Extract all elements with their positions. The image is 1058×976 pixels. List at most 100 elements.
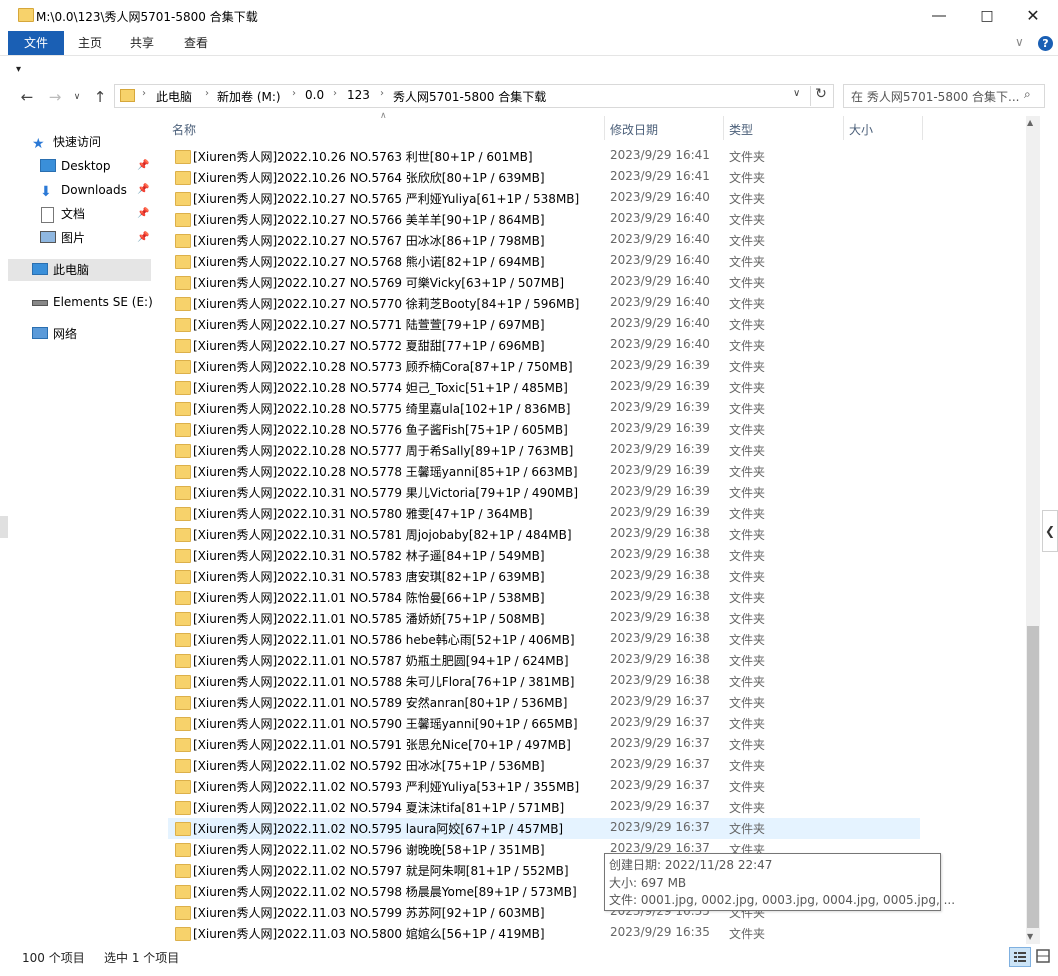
table-row[interactable]: [Xiuren秀人网]2022.10.28 NO.5773 顾乔楠Cora[87… [168,356,920,377]
table-row[interactable]: [Xiuren秀人网]2022.10.27 NO.5769 可樂Vicky[63… [168,272,920,293]
column-divider[interactable] [604,116,605,140]
scroll-up-arrow-icon[interactable]: ▲ [1027,118,1033,127]
large-icons-view-icon[interactable] [1034,947,1052,965]
expand-ribbon-chevron-icon[interactable]: ∨ [1015,35,1024,49]
nav-item-pictures[interactable]: 图片 📌 [40,227,155,249]
forward-arrow-icon[interactable]: → [46,88,64,106]
customize-toolbar-arrow-icon[interactable]: ▾ [16,64,21,75]
navpane-scrollbar[interactable] [0,516,8,538]
nav-item-documents[interactable]: 文档 📌 [40,203,155,225]
tab-view[interactable]: 查看 [170,31,222,55]
recent-locations-chevron-icon[interactable]: ∨ [68,88,86,106]
table-row[interactable]: [Xiuren秀人网]2022.10.27 NO.5768 熊小诺[82+1P … [168,251,920,272]
column-divider[interactable] [723,116,724,140]
minimize-button[interactable]: ― [916,0,962,31]
file-type: 文件夹 [729,402,766,416]
column-divider[interactable] [922,116,923,140]
table-row[interactable]: [Xiuren秀人网]2022.11.02 NO.5795 laura阿姣[67… [168,818,920,839]
nav-item-downloads[interactable]: ⬇ Downloads 📌 [40,179,155,201]
tab-file[interactable]: 文件 [8,31,64,55]
breadcrumb-separator-icon[interactable]: › [142,88,146,99]
pin-icon[interactable]: 📌 [137,227,149,249]
breadcrumb-separator-icon[interactable]: › [333,88,337,99]
network-icon [32,327,48,339]
search-icon[interactable]: ⌕ [1024,87,1031,102]
table-row[interactable]: [Xiuren秀人网]2022.11.01 NO.5788 朱可儿Flora[7… [168,671,920,692]
up-arrow-icon[interactable]: ↑ [91,88,109,106]
breadcrumb-folder-00[interactable]: 0.0 [305,88,324,102]
breadcrumb-folder-123[interactable]: 123 [347,88,370,102]
nav-item-desktop[interactable]: Desktop 📌 [40,155,155,177]
table-row[interactable]: [Xiuren秀人网]2022.11.02 NO.5792 田冰冰[75+1P … [168,755,920,776]
column-header-date[interactable]: 修改日期 [610,121,658,138]
pin-icon[interactable]: 📌 [137,155,149,177]
table-row[interactable]: [Xiuren秀人网]2022.10.28 NO.5777 周于希Sally[8… [168,440,920,461]
back-arrow-icon[interactable]: ← [18,88,36,106]
refresh-icon[interactable]: ↻ [810,86,831,106]
table-row[interactable]: [Xiuren秀人网]2022.11.01 NO.5790 王馨瑶yanni[9… [168,713,920,734]
table-row[interactable]: [Xiuren秀人网]2022.10.31 NO.5783 唐安琪[82+1P … [168,566,920,587]
table-row[interactable]: [Xiuren秀人网]2022.11.01 NO.5784 陈怡曼[66+1P … [168,587,920,608]
table-row[interactable]: [Xiuren秀人网]2022.10.31 NO.5779 果儿Victoria… [168,482,920,503]
table-row[interactable]: [Xiuren秀人网]2022.11.03 NO.5800 婠婠么[56+1P … [168,923,920,944]
scroll-down-arrow-icon[interactable]: ▼ [1027,932,1033,941]
table-row[interactable]: [Xiuren秀人网]2022.11.01 NO.5791 张思允Nice[70… [168,734,920,755]
column-header-type[interactable]: 类型 [729,121,753,138]
table-row[interactable]: [Xiuren秀人网]2022.10.27 NO.5770 徐莉芝Booty[8… [168,293,920,314]
help-icon[interactable]: ? [1038,36,1053,51]
file-name: [Xiuren秀人网]2022.10.31 NO.5782 林子遥[84+1P … [193,549,545,563]
table-row[interactable]: [Xiuren秀人网]2022.11.01 NO.5785 潘娇娇[75+1P … [168,608,920,629]
table-row[interactable]: [Xiuren秀人网]2022.10.31 NO.5782 林子遥[84+1P … [168,545,920,566]
preview-pane-toggle-chevron-icon[interactable]: ❮ [1042,510,1058,552]
folder-icon [175,822,191,836]
column-header-size[interactable]: 大小 [849,121,873,138]
table-row[interactable]: [Xiuren秀人网]2022.10.27 NO.5772 夏甜甜[77+1P … [168,335,920,356]
breadcrumb-current-folder[interactable]: 秀人网5701-5800 合集下载 [393,88,546,105]
file-name: [Xiuren秀人网]2022.11.02 NO.5797 就是阿朱啊[81+1… [193,864,569,878]
breadcrumb-separator-icon[interactable]: › [292,88,296,99]
tab-share[interactable]: 共享 [118,31,166,55]
table-row[interactable]: [Xiuren秀人网]2022.10.31 NO.5780 雅雯[47+1P /… [168,503,920,524]
file-modified-date: 2023/9/29 16:39 [610,442,710,456]
table-row[interactable]: [Xiuren秀人网]2022.11.02 NO.5794 夏沫沫tifa[81… [168,797,920,818]
column-divider[interactable] [843,116,844,140]
pin-icon[interactable]: 📌 [137,179,149,201]
file-type: 文件夹 [729,465,766,479]
breadcrumb-separator-icon[interactable]: › [205,88,209,99]
tooltip-size: 大小: 697 MB [609,876,687,890]
close-button[interactable]: ✕ [1010,0,1056,31]
table-row[interactable]: [Xiuren秀人网]2022.10.28 NO.5778 王馨瑶yanni[8… [168,461,920,482]
table-row[interactable]: [Xiuren秀人网]2022.10.28 NO.5775 绮里嘉ula[102… [168,398,920,419]
folder-icon [175,549,191,563]
address-dropdown-chevron-icon[interactable]: ∨ [793,88,800,99]
tab-home[interactable]: 主页 [66,31,114,55]
table-row[interactable]: [Xiuren秀人网]2022.10.27 NO.5767 田冰冰[86+1P … [168,230,920,251]
table-row[interactable]: [Xiuren秀人网]2022.10.26 NO.5763 利世[80+1P /… [168,146,920,167]
nav-label: 快速访问 [53,135,102,149]
table-row[interactable]: [Xiuren秀人网]2022.11.01 NO.5789 安然anran[80… [168,692,920,713]
table-row[interactable]: [Xiuren秀人网]2022.10.26 NO.5764 张欣欣[80+1P … [168,167,920,188]
table-row[interactable]: [Xiuren秀人网]2022.11.01 NO.5787 奶瓶土肥圆[94+1… [168,650,920,671]
folder-icon [175,717,191,731]
table-row[interactable]: [Xiuren秀人网]2022.10.27 NO.5771 陆萱萱[79+1P … [168,314,920,335]
table-row[interactable]: [Xiuren秀人网]2022.10.28 NO.5776 鱼子酱Fish[75… [168,419,920,440]
pin-icon[interactable]: 📌 [137,203,149,225]
column-header-name[interactable]: 名称 [172,121,196,138]
table-row[interactable]: [Xiuren秀人网]2022.11.02 NO.5793 严利娅Yuliya[… [168,776,920,797]
table-row[interactable]: [Xiuren秀人网]2022.10.27 NO.5766 美羊羊[90+1P … [168,209,920,230]
breadcrumb-drive[interactable]: 新加卷 (M:) [217,88,281,105]
maximize-button[interactable]: □ [964,0,1010,31]
file-name: [Xiuren秀人网]2022.10.27 NO.5772 夏甜甜[77+1P … [193,339,545,353]
file-modified-date: 2023/9/29 16:38 [610,547,710,561]
table-row[interactable]: [Xiuren秀人网]2022.10.31 NO.5781 周jojobaby[… [168,524,920,545]
breadcrumb-separator-icon[interactable]: › [380,88,384,99]
nav-label: Elements SE (E:) [53,295,153,309]
table-row[interactable]: [Xiuren秀人网]2022.11.01 NO.5786 hebe韩心雨[52… [168,629,920,650]
scrollbar-thumb[interactable] [1027,626,1039,928]
window-title: M:\0.0\123\秀人网5701-5800 合集下载 [36,10,258,24]
file-type: 文件夹 [729,276,766,290]
breadcrumb-this-pc[interactable]: 此电脑 [156,88,192,105]
table-row[interactable]: [Xiuren秀人网]2022.10.28 NO.5774 妲己_Toxic[5… [168,377,920,398]
details-view-icon[interactable] [1009,947,1031,967]
table-row[interactable]: [Xiuren秀人网]2022.10.27 NO.5765 严利娅Yuliya[… [168,188,920,209]
